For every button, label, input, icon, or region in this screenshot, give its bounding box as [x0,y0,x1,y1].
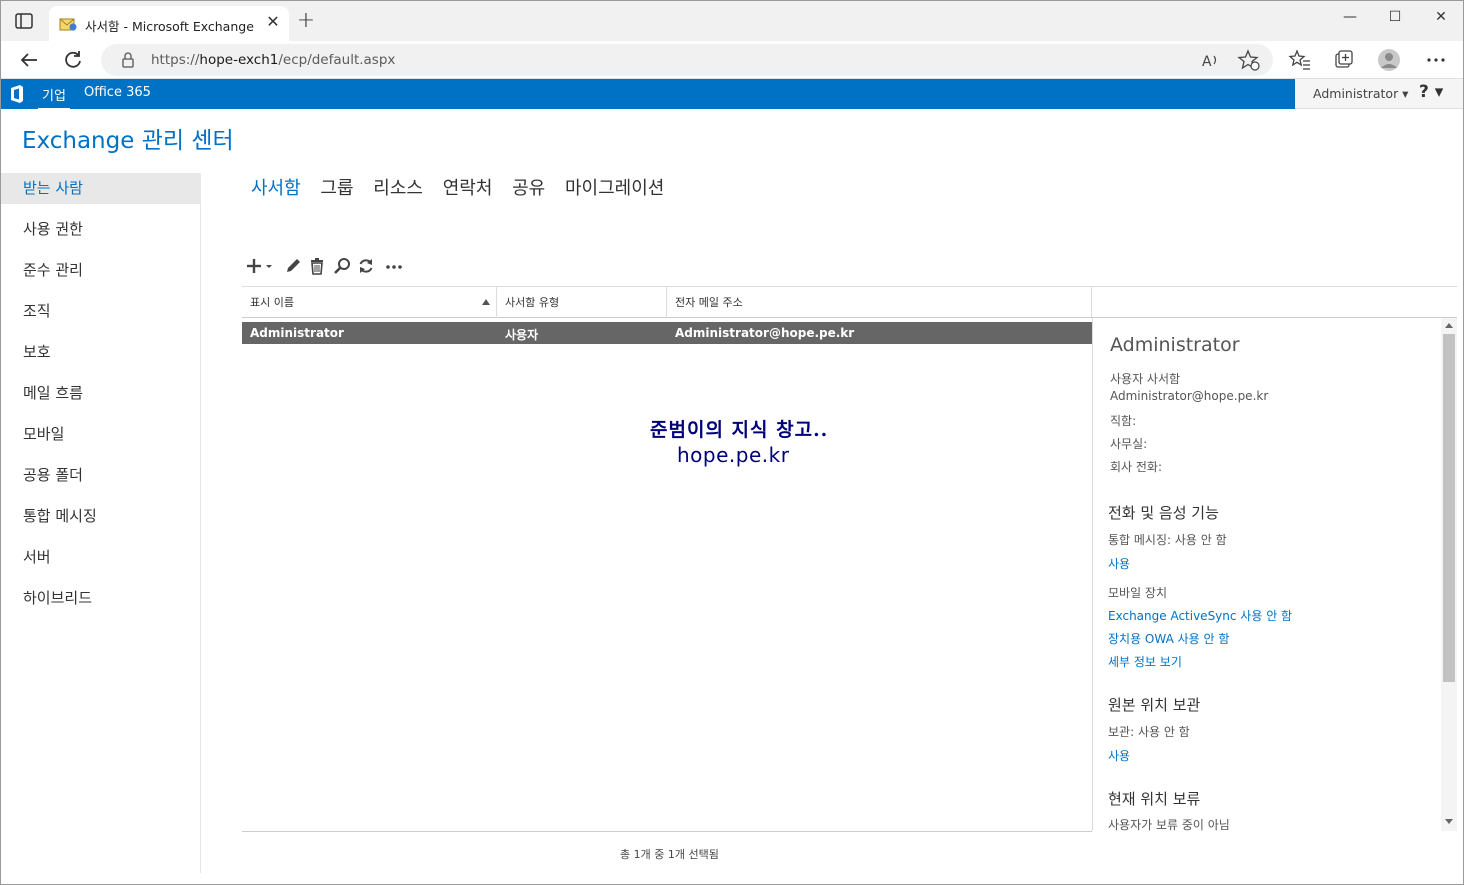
nav-item-compliance[interactable]: 준수 관리 [1,255,201,286]
minimize-icon[interactable]: — [1335,9,1365,25]
archive-header: 원본 위치 보관 [1108,696,1201,714]
sub-navigation: 사서함 그룹 리소스 연락처 공유 마이그레이션 [251,174,678,200]
tab-groups[interactable]: 그룹 [320,178,353,199]
phone-voice-header: 전화 및 음성 기능 [1108,504,1219,522]
archive-status: 보관: 사용 안 함 [1108,725,1190,739]
tab-actions-icon[interactable] [13,11,35,31]
tab-migration[interactable]: 마이그레이션 [565,178,664,199]
detail-mailbox-type: 사용자 사서함 [1110,372,1181,386]
tab-title: 사서함 - Microsoft Exchange [85,19,254,34]
left-navigation: 받는 사람 사용 권한 준수 관리 조직 보호 메일 흐름 모바일 공용 폴더 … [1,173,201,873]
scroll-thumb[interactable] [1443,334,1455,682]
nav-item-servers[interactable]: 서버 [1,542,201,573]
tab-resources[interactable]: 리소스 [373,178,423,199]
browser-window: 사서함 - Microsoft Exchange ✕ + — ☐ ✕ https… [0,0,1464,885]
profile-avatar-icon[interactable] [1377,48,1401,72]
add-favorite-icon[interactable] [1237,48,1261,72]
suite-link-enterprise[interactable]: 기업 [38,85,70,111]
column-display-name-label: 표시 이름 [250,296,294,309]
mobile-devices-label: 모바일 장치 [1108,586,1168,600]
owa-disable-link[interactable]: 장치용 OWA 사용 안 함 [1108,630,1229,647]
tab-shared[interactable]: 공유 [512,178,545,199]
column-mailbox-type[interactable]: 사서함 유형 [497,287,667,318]
back-icon[interactable] [17,48,41,72]
detail-email: Administrator@hope.pe.kr [1110,389,1269,403]
cell-email-address: Administrator@hope.pe.kr [675,326,855,340]
help-menu[interactable]: ? ▾ [1419,82,1443,102]
nav-item-mobile[interactable]: 모바일 [1,419,201,450]
tab-contacts[interactable]: 연락처 [443,178,493,199]
view-details-link[interactable]: 세부 정보 보기 [1108,653,1182,670]
tab-mailboxes[interactable]: 사서함 [251,178,301,199]
collections-icon[interactable] [1332,48,1356,72]
nav-item-unified-messaging[interactable]: 통합 메시징 [1,501,201,532]
office-logo-icon[interactable] [9,85,25,103]
nav-item-recipients[interactable]: 받는 사람 [1,173,201,204]
archive-enable-link[interactable]: 사용 [1108,747,1130,764]
cell-display-name: Administrator [250,326,344,340]
url-text[interactable]: https://hope-exch1/ecp/default.aspx [151,52,395,68]
nav-item-mail-flow[interactable]: 메일 흐름 [1,378,201,409]
address-bar[interactable]: https://hope-exch1/ecp/default.aspx A [101,44,1273,76]
suite-bar: 기업 Office 365 [1,79,1295,111]
eas-disable-link[interactable]: Exchange ActiveSync 사용 안 함 [1108,607,1292,624]
um-enable-link[interactable]: 사용 [1108,555,1130,572]
hold-header: 현재 위치 보류 [1108,790,1201,808]
browser-tab[interactable]: 사서함 - Microsoft Exchange ✕ [49,6,289,41]
column-mailbox-type-label: 사서함 유형 [505,296,560,309]
lock-icon[interactable] [121,52,135,68]
grid-header: 표시 이름 사서함 유형 전자 메일 주소 [242,286,1092,318]
address-toolbar: https://hope-exch1/ecp/default.aspx A [1,41,1463,79]
scroll-up-icon[interactable] [1445,323,1453,328]
delete-icon[interactable] [308,257,326,275]
close-tab-icon[interactable]: ✕ [264,13,282,31]
detail-scrollbar[interactable] [1441,318,1457,831]
refresh-grid-icon[interactable] [357,257,375,275]
hold-status: 사용자가 보류 중이 아님 [1108,818,1230,831]
suite-link-office365[interactable]: Office 365 [84,85,151,100]
um-status: 통합 메시징: 사용 안 함 [1108,533,1227,547]
maximize-icon[interactable]: ☐ [1380,9,1410,25]
cell-mailbox-type: 사용자 [505,328,539,342]
exchange-favicon-icon [59,18,77,31]
tab-strip: 사서함 - Microsoft Exchange ✕ + — ☐ ✕ [1,1,1463,41]
column-email-address-label: 전자 메일 주소 [675,296,743,309]
nav-item-organization[interactable]: 조직 [1,296,201,327]
detail-office: 사무실: [1110,437,1148,451]
sort-ascending-icon [482,299,490,305]
edit-icon[interactable] [284,257,302,275]
search-icon[interactable] [333,257,351,275]
table-row[interactable]: Administrator 사용자 Administrator@hope.pe.… [242,322,1092,344]
nav-item-hybrid[interactable]: 하이브리드 [1,583,201,614]
nav-item-protection[interactable]: 보호 [1,337,201,368]
favorites-icon[interactable] [1288,48,1312,72]
suite-user-area: Administrator ▾ ? ▾ [1295,79,1463,109]
more-menu-icon[interactable] [1424,48,1448,72]
refresh-icon[interactable] [61,48,85,72]
watermark-line1: 준범이의 지식 창고.. [650,419,829,441]
nav-item-permissions[interactable]: 사용 권한 [1,214,201,245]
scroll-down-icon[interactable] [1445,819,1453,824]
new-tab-button[interactable]: + [295,10,317,33]
detail-pane-header [1092,286,1457,318]
detail-name: Administrator [1110,334,1240,356]
selection-count: 총 1개 중 1개 선택됨 [620,848,719,861]
app-title: Exchange 관리 센터 [22,128,234,154]
column-email-address[interactable]: 전자 메일 주소 [667,287,1092,318]
nav-item-public-folders[interactable]: 공용 폴더 [1,460,201,491]
read-aloud-icon[interactable]: A [1199,48,1223,72]
more-actions-icon[interactable] [385,257,403,275]
svg-text:A: A [1202,54,1212,70]
detail-job-title: 직함: [1110,414,1137,428]
mailbox-grid: 표시 이름 사서함 유형 전자 메일 주소 Administrator 사용자 … [242,286,1092,832]
user-menu[interactable]: Administrator ▾ [1313,86,1408,101]
detail-pane: Administrator 사용자 사서함 Administrator@hope… [1092,318,1443,831]
column-display-name[interactable]: 표시 이름 [242,287,497,318]
close-window-icon[interactable]: ✕ [1426,9,1456,25]
add-icon[interactable] [247,257,275,275]
watermark-line2: hope.pe.kr [677,443,790,467]
detail-company-phone: 회사 전화: [1110,460,1163,474]
